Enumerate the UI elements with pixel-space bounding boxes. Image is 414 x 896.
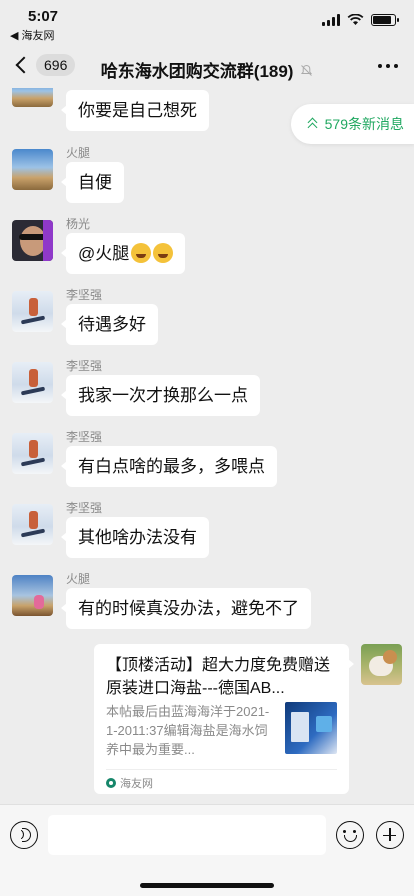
new-messages-label: 579条新消息: [324, 116, 404, 132]
more-options-button[interactable]: [378, 64, 398, 68]
more-dot: [394, 64, 398, 68]
sender-name: 李坚强: [66, 501, 103, 515]
back-to-app-link[interactable]: ◀ 海友网: [10, 27, 55, 43]
divider: [106, 769, 337, 770]
avatar[interactable]: [12, 433, 53, 474]
my-avatar[interactable]: [361, 644, 402, 685]
message-bubble[interactable]: 其他啥办法没有: [61, 517, 209, 558]
avatar[interactable]: [12, 88, 53, 107]
message-bubble[interactable]: 有的时候真没办法，避免不了: [61, 588, 311, 629]
status-icons: [322, 14, 399, 26]
message-bubble[interactable]: 自便: [61, 162, 124, 203]
chat-area[interactable]: 你要是自己想死 579条新消息 火腿 自便 杨光 @火腿 李坚强 待遇多好 李坚…: [0, 88, 414, 804]
input-bar: [0, 804, 414, 896]
sender-name: 火腿: [66, 572, 91, 586]
link-card-thumbnail: [285, 702, 337, 754]
avatar[interactable]: [12, 220, 53, 261]
message-bubble[interactable]: @火腿: [60, 233, 186, 274]
avatar[interactable]: [12, 504, 53, 545]
home-indicator[interactable]: [140, 883, 274, 888]
link-card[interactable]: 【顶楼活动】超大力度免费赠送原装进口海盐---德国AB... 本帖最后由蓝海海洋…: [94, 644, 354, 794]
battery-icon: [371, 14, 399, 26]
message-text: 我家一次才换那么一点: [78, 386, 248, 405]
mute-bell-icon: [300, 64, 313, 80]
message-input[interactable]: [48, 815, 326, 855]
avatar[interactable]: [12, 362, 53, 403]
message-text: 你要是自己想死: [78, 101, 197, 120]
voice-icon[interactable]: [10, 821, 38, 849]
message-text: 有白点啥的最多，多喂点: [78, 457, 265, 476]
message-item: 李坚强 待遇多好: [12, 288, 402, 345]
message-text: @火腿: [78, 244, 130, 263]
more-dot: [378, 64, 382, 68]
sender-name: 李坚强: [66, 359, 103, 373]
message-text: 其他啥办法没有: [78, 528, 197, 547]
laugh-cry-emoji-icon: [153, 242, 174, 263]
message-item: 李坚强 有白点啥的最多，多喂点: [12, 430, 402, 487]
message-text: 自便: [78, 173, 112, 192]
message-item: 李坚强 其他啥办法没有: [12, 501, 402, 558]
avatar[interactable]: [12, 575, 53, 616]
battery-level: [373, 16, 391, 24]
message-text: 待遇多好: [78, 315, 146, 334]
new-messages-button[interactable]: 579条新消息: [290, 104, 414, 144]
link-card-description: 本帖最后由蓝海海洋于2021-1-2011:37编辑海盐是海水饲养中最为重要..…: [106, 704, 270, 757]
sender-name: 李坚强: [66, 288, 103, 302]
emoji-icon[interactable]: [336, 821, 364, 849]
message-bubble[interactable]: 待遇多好: [61, 304, 158, 345]
sender-name: 李坚强: [66, 430, 103, 444]
message-bubble[interactable]: 有白点啥的最多，多喂点: [61, 446, 277, 487]
link-card-source: 海友网: [106, 775, 153, 791]
message-text: 有的时候真没办法，避免不了: [78, 599, 299, 618]
more-dot: [386, 64, 390, 68]
message-item: 李坚强 我家一次才换那么一点: [12, 359, 402, 416]
avatar[interactable]: [12, 149, 53, 190]
message-item: 杨光 @火腿: [12, 217, 402, 274]
sender-name: 杨光: [66, 217, 91, 231]
source-name: 海友网: [120, 778, 153, 790]
message-bubble[interactable]: 你要是自己想死: [61, 90, 209, 131]
double-chevron-up-icon: [307, 117, 319, 133]
plus-icon[interactable]: [376, 821, 404, 849]
message-bubble[interactable]: 我家一次才换那么一点: [61, 375, 260, 416]
chat-title-wrapper[interactable]: 哈东海水团购交流群(189): [0, 57, 414, 82]
message-item: 火腿 有的时候真没办法，避免不了: [12, 572, 402, 629]
avatar[interactable]: [12, 291, 53, 332]
link-card-title: 【顶楼活动】超大力度免费赠送原装进口海盐---德国AB...: [106, 657, 331, 697]
wifi-icon: [347, 14, 364, 25]
chat-title: 哈东海水团购交流群(189): [100, 62, 294, 81]
status-bar: 5:07 ◀ 海友网: [0, 0, 414, 44]
signal-icon: [322, 14, 340, 26]
laugh-cry-emoji-icon: [131, 242, 152, 263]
source-app-icon: [106, 778, 116, 788]
sender-name: 火腿: [66, 146, 91, 160]
nav-bar: 696 哈东海水团购交流群(189): [0, 44, 414, 88]
status-time: 5:07: [28, 8, 59, 25]
